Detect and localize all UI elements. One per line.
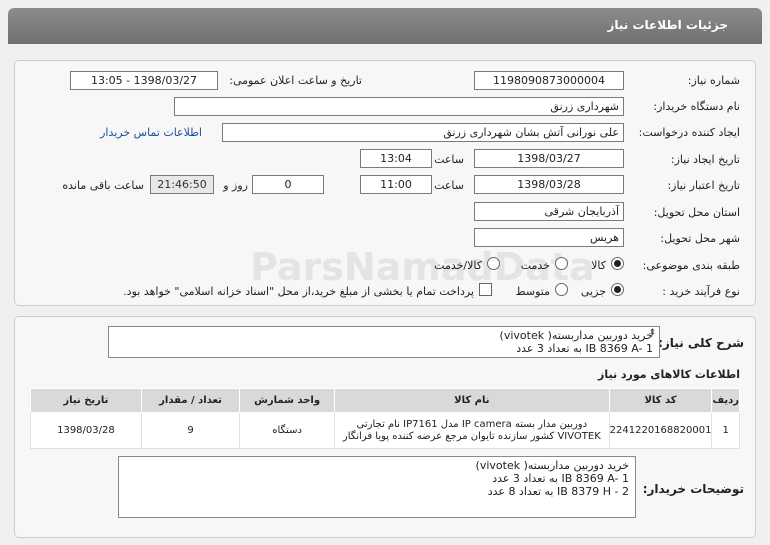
created-date-field[interactable]: 1398/03/27 <box>474 149 624 168</box>
announce-label: تاریخ و ساعت اعلان عمومی: <box>229 74 362 87</box>
cell-row: 1 <box>711 412 740 449</box>
need-number-label: شماره نیاز: <box>687 74 740 87</box>
col-qty: تعداد / مقدار <box>140 388 241 413</box>
col-row: ردیف <box>711 388 740 413</box>
page-title: جزئیات اطلاعات نیاز <box>607 18 728 32</box>
province-field[interactable]: آذربایجان شرقی <box>474 202 624 221</box>
days-label: روز و <box>223 179 248 192</box>
validity-time-field[interactable]: 11:00 <box>360 175 432 194</box>
category-radio-goods-service[interactable] <box>487 257 500 270</box>
category-radio-service[interactable] <box>555 257 568 270</box>
scroll-arrows-icon[interactable]: ⬍ <box>648 328 656 338</box>
treasury-checkbox[interactable] <box>479 283 492 296</box>
treasury-text: پرداخت تمام یا بخشی از مبلغ خرید،از محل … <box>123 285 474 298</box>
cell-name: دوربین مدار بسته IP camera مدل IP7161 نا… <box>333 412 610 449</box>
remaining-days-field[interactable]: 0 <box>252 175 324 194</box>
category-option-goods: کالا <box>591 259 606 272</box>
category-option-goods-service: کالا/خدمت <box>434 259 482 272</box>
summary-label: شرح کلی نیاز: <box>658 336 744 350</box>
col-name: نام کالا <box>333 388 610 413</box>
province-label: استان محل تحویل: <box>653 206 740 219</box>
created-date-label: تاریخ ایجاد نیاز: <box>670 153 740 166</box>
category-label: طبقه بندی موضوعی: <box>642 259 740 272</box>
city-field[interactable]: هریس <box>474 228 624 247</box>
summary-textarea[interactable]: خرید دوربین مداربسته( vivotek) IB 8369 A… <box>108 326 660 358</box>
announce-field[interactable]: 1398/03/27 - 13:05 <box>70 71 218 90</box>
cell-code: 2241220168820001 <box>608 412 713 449</box>
purchase-option-minor: جزیی <box>580 285 606 298</box>
contact-info-link[interactable]: اطلاعات تماس خریدار <box>100 126 202 139</box>
col-date: تاریخ نیاز <box>30 388 142 413</box>
category-radio-goods[interactable] <box>611 257 624 270</box>
validity-time-label: ساعت <box>434 179 464 192</box>
cell-qty: 9 <box>140 412 241 449</box>
city-label: شهر محل تحویل: <box>660 232 740 245</box>
buyer-notes-textarea[interactable]: خرید دوربین مداربسته( vivotek) IB 8369 A… <box>118 456 636 518</box>
buyer-notes-label: توضیحات خریدار: <box>642 482 744 496</box>
buyer-org-field[interactable]: شهرداری زرنق <box>174 97 624 116</box>
validity-label: تاریخ اعتبار نیاز: <box>667 179 740 192</box>
table-row[interactable]: 1 2241220168820001 دوربین مدار بسته IP c… <box>30 412 740 449</box>
purchase-radio-medium[interactable] <box>555 283 568 296</box>
goods-table: ردیف کد کالا نام کالا واحد شمارش تعداد /… <box>30 388 740 449</box>
goods-section-title: اطلاعات کالاهای مورد نیاز <box>598 368 740 381</box>
created-time-field[interactable]: 13:04 <box>360 149 432 168</box>
category-option-service: خدمت <box>520 259 550 272</box>
remaining-label: ساعت باقی مانده <box>62 179 144 192</box>
created-time-label: ساعت <box>434 153 464 166</box>
buyer-org-label: نام دستگاه خریدار: <box>653 100 740 113</box>
creator-field[interactable]: علی نورانی آتش بشان شهرداری زرنق <box>222 123 624 142</box>
purchase-type-label: نوع فرآیند خرید : <box>662 285 740 298</box>
purchase-option-medium: متوسط <box>515 285 550 298</box>
need-number-field[interactable]: 1198090873000004 <box>474 71 624 90</box>
page-header: جزئیات اطلاعات نیاز <box>8 8 762 44</box>
creator-label: ایجاد کننده درخواست: <box>638 126 740 139</box>
cell-date: 1398/03/28 <box>30 412 142 449</box>
col-code: کد کالا <box>608 388 713 413</box>
remaining-time-field: 21:46:50 <box>150 175 214 194</box>
cell-unit: دستگاه <box>239 412 335 449</box>
validity-date-field[interactable]: 1398/03/28 <box>474 175 624 194</box>
purchase-radio-minor[interactable] <box>611 283 624 296</box>
col-unit: واحد شمارش <box>239 388 335 413</box>
